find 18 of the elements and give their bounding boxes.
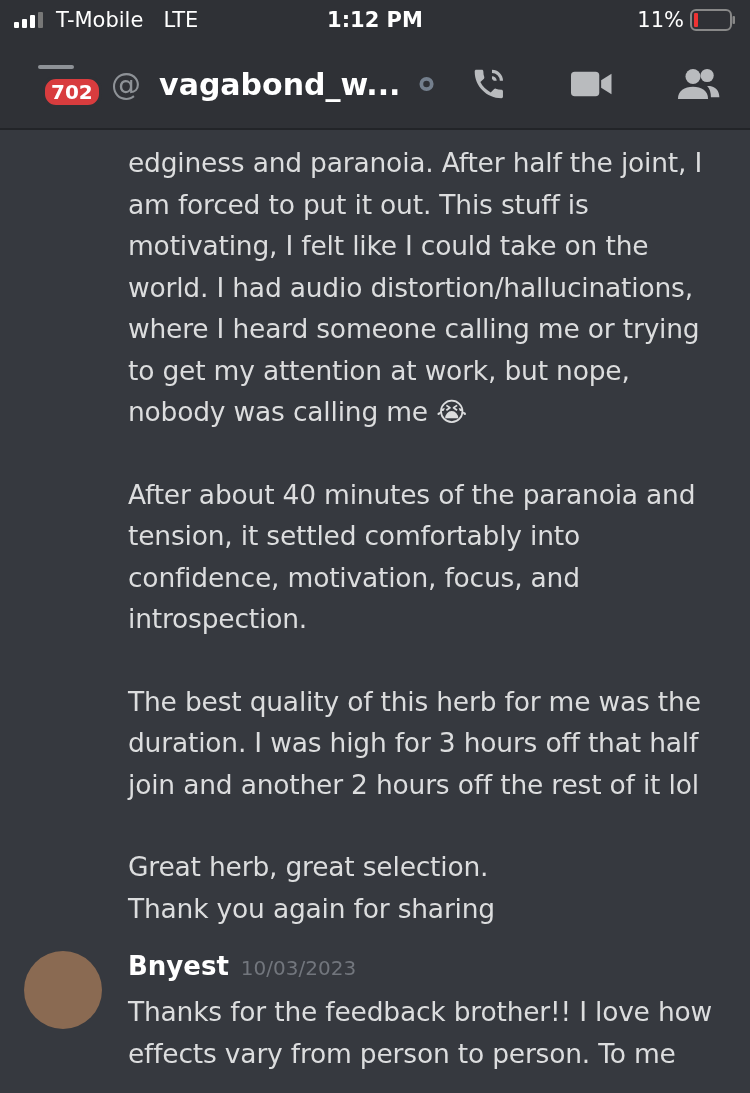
battery-percent: 11% (637, 8, 684, 32)
message-text: Great herb, great selection. Thank you again for sharing (128, 850, 496, 926)
message-text: The best quality of this herb for me was the duration. I was high for 3 hours off that half join and another 2 hours off the rest of it lol (128, 684, 702, 802)
members-icon[interactable] (676, 67, 720, 101)
at-symbol: @ (111, 66, 142, 102)
battery-icon (690, 9, 736, 31)
notification-badge: 702 (42, 76, 102, 108)
channel-title: vagabond_w... (159, 66, 401, 102)
status-ring-icon (418, 76, 434, 92)
message-text: edginess and paranoia. After half the joint, I am forced to put it out. This stuff is motivating, I felt like I could take on the world. I had audio distortion/hallucinations, where I heard someone calling me or trying to get my attention at work, but nope, nobody was calling me 😭 (128, 146, 704, 429)
video-camera-icon[interactable] (571, 69, 613, 99)
message-text: After about 40 minutes of the paranoia and tension, it settled comfortably into confidence, motivation, focus, and introspection. (128, 477, 697, 636)
author-name: Bnyest (128, 951, 229, 981)
message-date: 10/03/2023 (240, 956, 357, 980)
clock: 1:12 PM (327, 8, 423, 32)
carrier-label: T-Mobile (56, 8, 144, 32)
message-text: Thanks for the feedback brother!! I love how effects vary from person to person. To me (128, 995, 714, 1071)
network-label: LTE (163, 8, 199, 32)
